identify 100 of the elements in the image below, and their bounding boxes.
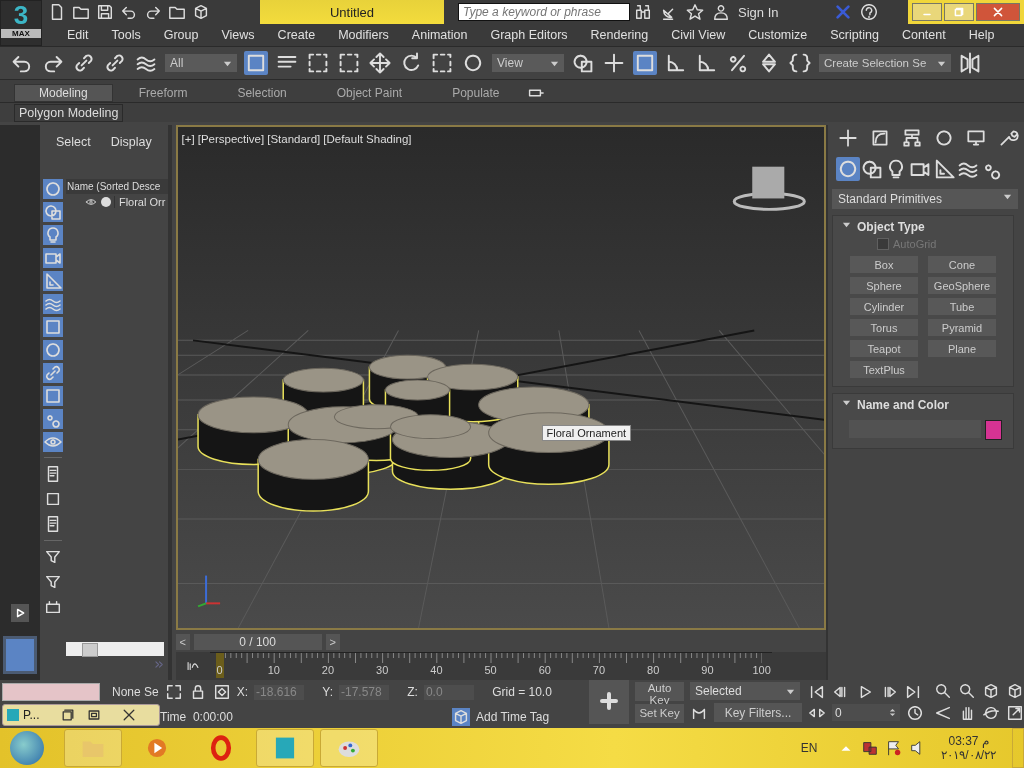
ring-icon[interactable] [208,735,234,761]
menu-item[interactable]: Edit [54,28,99,42]
star-icon[interactable] [686,3,704,21]
menu-item[interactable]: Civil View [658,28,736,42]
menu-item[interactable]: Animation [398,28,478,42]
explorer-menu[interactable]: Select [55,135,91,149]
primitive-button[interactable]: Tube [928,298,996,315]
named-selection-dropdown[interactable]: Create Selection Se [819,54,951,72]
select-object-icon[interactable] [244,51,268,75]
network-icon[interactable] [861,739,880,757]
app-logo[interactable]: 3 MAX [0,0,42,46]
spinner-arrows-icon[interactable] [887,708,897,717]
primitive-button[interactable]: Teapot [850,340,918,357]
horizontal-scrollbar[interactable] [65,642,164,656]
menu-item[interactable]: Content [888,28,956,42]
rollout-title[interactable]: Object Type [857,220,925,234]
manipulate-icon[interactable] [602,51,626,75]
triangle-ruler-icon[interactable] [42,271,63,291]
lightbulb-icon[interactable] [42,225,63,245]
binoculars-icon[interactable] [634,3,652,21]
zoom-all-icon[interactable] [957,682,976,700]
menu-item[interactable]: Rendering [577,28,659,42]
ribbon-tab[interactable]: Selection [213,85,311,101]
rollout-title[interactable]: Name and Color [857,398,949,412]
collapse-icon[interactable] [842,220,851,229]
maximize-toggle-icon[interactable] [1005,704,1024,722]
previous-frame-button[interactable]: < [175,634,190,651]
wave-icon[interactable] [42,294,63,314]
shapes-icon[interactable] [42,202,63,222]
mirror-icon[interactable] [958,51,982,75]
plus-key-icon[interactable] [599,690,620,711]
viewport-label[interactable]: [+] [181,133,195,145]
time-tag-icon[interactable] [452,708,470,726]
sign-in-link[interactable]: Sign In [738,4,826,20]
language-indicator[interactable]: EN [800,741,818,755]
layer-icon[interactable] [43,598,62,616]
primitive-button[interactable]: Plane [928,340,996,357]
viewport-label[interactable]: [Default Shading] [323,133,412,145]
ribbon-tab[interactable]: Object Paint [312,85,427,101]
primitive-button[interactable]: TextPlus [850,361,918,378]
clock[interactable]: 03:37 م ٢٠١٩/٠٨/٢٢ [941,734,996,762]
menu-item[interactable]: Group [150,28,209,42]
camera-icon[interactable] [42,248,63,268]
primitive-button[interactable]: Cylinder [850,298,918,315]
menu-item[interactable]: Tools [98,28,151,42]
move-icon[interactable] [368,51,392,75]
selection-frame-icon[interactable] [164,683,183,701]
explorer-menu[interactable]: Display [110,135,152,149]
close-icon[interactable] [992,6,1004,18]
menu-item[interactable]: Create [264,28,326,42]
eye-icon[interactable] [42,432,63,452]
search-field[interactable]: Type a keyword or phrase [458,3,630,21]
viewport-label[interactable]: [Standard] [267,133,321,145]
time-slider-thumb[interactable]: 0 / 100 [193,634,322,651]
menu-item[interactable]: Graph Editors [477,28,578,42]
menu-item[interactable]: Scripting [817,28,889,42]
view-cube-icon[interactable] [732,166,806,211]
start-button[interactable] [10,731,44,765]
key-mode-dropdown[interactable]: Selected [689,682,800,700]
help-icon[interactable] [860,3,878,21]
frame-icon[interactable] [42,317,63,337]
sphere-icon[interactable] [836,157,860,181]
ribbon-tab[interactable]: Modeling [14,84,113,102]
curve-editor-icon[interactable] [185,659,200,673]
key-filters-button[interactable]: Key Filters... [713,703,802,722]
minimize-button[interactable] [912,3,942,21]
primitive-button[interactable]: Cone [928,256,996,273]
color-swatch[interactable] [985,420,1002,440]
close-button[interactable] [976,3,1020,21]
menu-item[interactable]: Views [208,28,265,42]
zoom-icon[interactable] [933,682,952,700]
funnel-icon[interactable] [43,573,62,591]
primitive-button[interactable]: Box [850,256,918,273]
category-dropdown[interactable]: Standard Primitives [832,189,1018,209]
curly-braces-icon[interactable] [788,51,812,75]
viewport-label[interactable]: [Perspective] [197,133,265,145]
time-cursor[interactable] [215,653,224,678]
restore-button[interactable] [944,3,974,21]
caret-icon[interactable] [1003,192,1012,201]
menu-item[interactable]: Help [955,28,1005,42]
user-icon[interactable] [712,3,730,21]
ribbon-tab[interactable]: Populate [428,85,524,101]
next-frame-button[interactable]: > [325,634,340,651]
viewport-layout-button[interactable] [2,636,37,674]
menu-item[interactable]: Modifiers [325,28,399,42]
hierarchy-icon[interactable] [900,127,924,149]
maxscript-field[interactable] [2,683,100,701]
reference-system-dropdown[interactable]: View [492,54,564,72]
primitive-button[interactable]: Torus [850,319,918,336]
ribbon-tab[interactable]: Freeform [114,85,212,101]
orbit-icon[interactable] [981,704,1000,722]
add-time-tag-link[interactable]: Add Time Tag [476,710,550,724]
menu-item[interactable]: Customize [735,28,818,42]
dot-icon[interactable] [100,197,111,207]
primitive-button[interactable]: Pyramid [928,319,996,336]
primitive-button[interactable]: GeoSphere [928,277,996,294]
object-name[interactable]: Floral Orr [113,196,166,208]
collapse-icon[interactable] [842,398,851,407]
minimized-window[interactable]: P... [2,704,160,726]
set-keys-button[interactable] [589,680,630,724]
